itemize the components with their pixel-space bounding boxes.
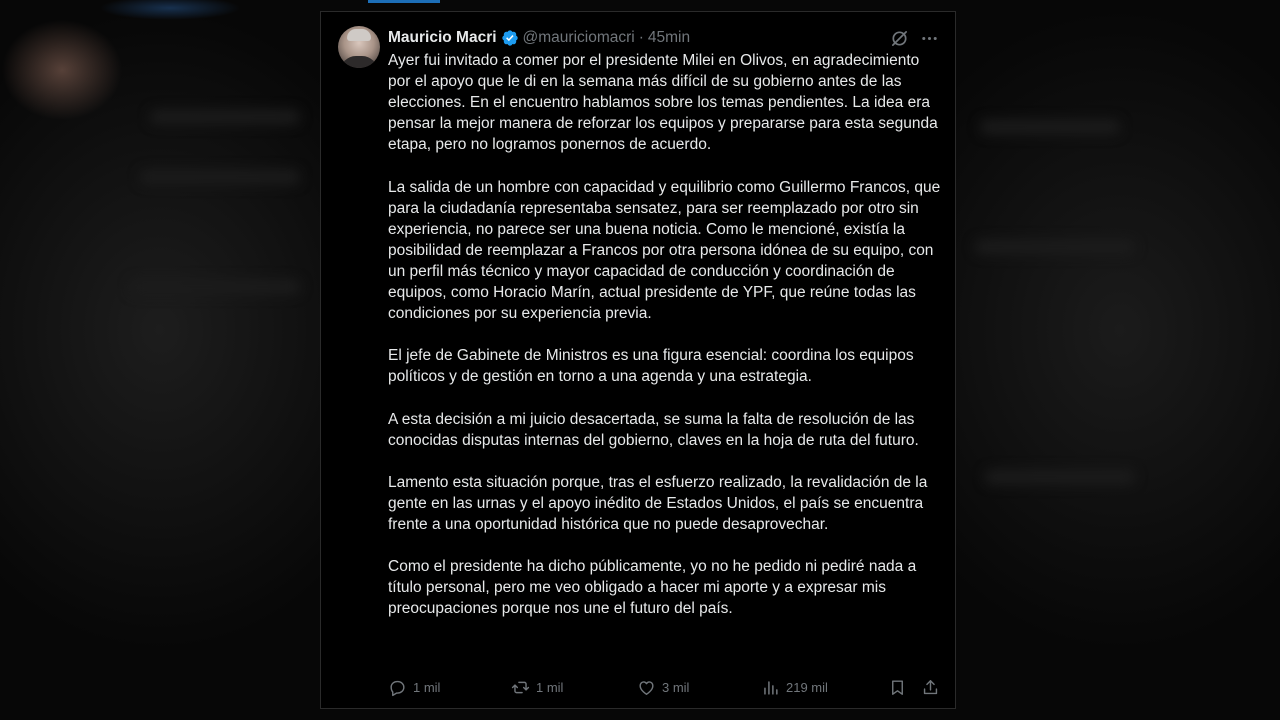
like-button[interactable]: 3 mil	[637, 678, 761, 697]
like-count: 3 mil	[662, 679, 690, 695]
share-button[interactable]	[921, 678, 940, 697]
reply-count: 1 mil	[413, 679, 441, 695]
blurred-line	[130, 280, 300, 294]
blurred-line	[140, 170, 300, 184]
tweet-paragraph: El jefe de Gabinete de Ministros es una …	[388, 347, 914, 386]
tweet-header: Mauricio Macri @mauriciomacri · 45min	[388, 27, 939, 49]
tweet-card[interactable]: Mauricio Macri @mauriciomacri · 45min Ay…	[320, 11, 956, 709]
blurred-line	[150, 110, 300, 124]
reply-button[interactable]: 1 mil	[388, 678, 511, 697]
avatar[interactable]	[338, 26, 380, 68]
tweet-paragraph: Como el presidente ha dicho públicamente…	[388, 558, 917, 618]
views-count: 219 mil	[786, 679, 828, 695]
verified-badge-icon	[501, 29, 519, 47]
repost-icon	[511, 681, 530, 693]
like-icon	[639, 680, 654, 695]
repost-button[interactable]: 1 mil	[511, 678, 637, 697]
views-icon	[764, 680, 778, 695]
background-accent-bar	[368, 0, 440, 3]
avatar-hair	[347, 29, 371, 41]
tweet-paragraph: La salida de un hombre con capacidad y e…	[388, 178, 941, 323]
blurred-line	[985, 470, 1135, 484]
avatar-shoulders	[340, 56, 378, 68]
tweet-paragraph: Lamento esta situación porque, tras el e…	[388, 473, 928, 534]
tweet-text: Ayer fui invitado a comer por el preside…	[388, 50, 944, 641]
blurred-line	[975, 240, 1135, 254]
action-bar-right	[888, 678, 940, 697]
repost-count: 1 mil	[536, 679, 564, 695]
separator-dot: ·	[638, 29, 644, 46]
tweet-paragraph: A esta decisión a mi juicio desacertada,…	[388, 410, 919, 449]
header-icons	[889, 27, 939, 49]
more-icon[interactable]	[919, 28, 939, 48]
timestamp[interactable]: 45min	[648, 28, 690, 48]
author-name[interactable]: Mauricio Macri	[388, 28, 497, 48]
bookmark-icon	[892, 679, 903, 695]
views-button[interactable]: 219 mil	[761, 678, 885, 697]
action-bar: 1 mil 1 mil 3 mil 219 mil	[388, 676, 940, 698]
grok-icon[interactable]	[889, 28, 909, 48]
author-handle[interactable]: @mauriciomacri	[523, 28, 635, 48]
bookmark-button[interactable]	[888, 678, 907, 697]
tweet-paragraph: Ayer fui invitado a comer por el preside…	[388, 52, 938, 154]
blurred-line	[980, 120, 1120, 134]
share-icon	[923, 679, 938, 694]
reply-icon	[390, 680, 405, 696]
